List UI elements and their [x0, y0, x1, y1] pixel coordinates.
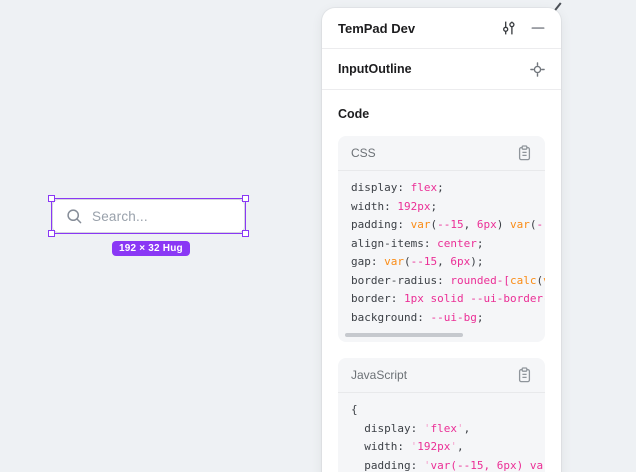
panel-header: TemPad Dev	[322, 8, 561, 49]
code-blocks: CSS display: flex;width: 192px;padding: v…	[322, 136, 561, 472]
code-line: padding: var(--15, 6px) var(--	[351, 216, 545, 235]
scrollbar-thumb[interactable]	[345, 333, 463, 337]
search-placeholder: Search...	[92, 209, 148, 224]
code-block-javascript: JavaScript { display: 'flex', width: '192…	[338, 358, 545, 472]
selected-component[interactable]: Search...	[52, 199, 245, 233]
code-section-header: Code	[322, 90, 561, 136]
code-line: background: --ui-bg;	[351, 309, 545, 328]
tempad-dev-panel: TemPad Dev InputOutline	[322, 8, 561, 472]
code-block-label: CSS	[351, 146, 376, 160]
code-line: width: 192px;	[351, 198, 545, 217]
code-line: border-radius: rounded-[calc(v	[351, 272, 545, 291]
code-line: width: '192px',	[351, 438, 545, 457]
code-line: padding: 'var(--15, 6px) va	[351, 457, 545, 472]
panel-title: TemPad Dev	[338, 21, 415, 36]
code-area[interactable]: { display: 'flex', width: '192px', paddi…	[338, 393, 545, 472]
search-icon	[66, 208, 83, 225]
code-block-css: CSS display: flex;width: 192px;padding: v…	[338, 136, 545, 342]
copy-icon[interactable]	[517, 367, 532, 383]
code-line: display: 'flex',	[351, 420, 545, 439]
component-row[interactable]: InputOutline	[322, 49, 561, 90]
sliders-icon[interactable]	[501, 20, 517, 36]
search-input[interactable]: Search...	[52, 199, 245, 233]
size-badge: 192 × 32 Hug	[112, 241, 190, 256]
code-line: border: 1px solid --ui-border-	[351, 290, 545, 309]
component-name: InputOutline	[338, 62, 412, 76]
locate-icon[interactable]	[530, 62, 545, 77]
horizontal-scrollbar[interactable]	[344, 333, 539, 337]
code-line: display: flex;	[351, 179, 545, 198]
code-line: align-items: center;	[351, 235, 545, 254]
copy-icon[interactable]	[517, 145, 532, 161]
code-section-label: Code	[338, 107, 369, 121]
code-area[interactable]: display: flex;width: 192px;padding: var(…	[338, 171, 545, 327]
code-block-header: JavaScript	[338, 358, 545, 393]
code-block-header: CSS	[338, 136, 545, 171]
minimize-icon[interactable]	[531, 21, 545, 35]
code-line: {	[351, 401, 545, 420]
code-block-label: JavaScript	[351, 368, 407, 382]
code-line: gap: var(--15, 6px);	[351, 253, 545, 272]
